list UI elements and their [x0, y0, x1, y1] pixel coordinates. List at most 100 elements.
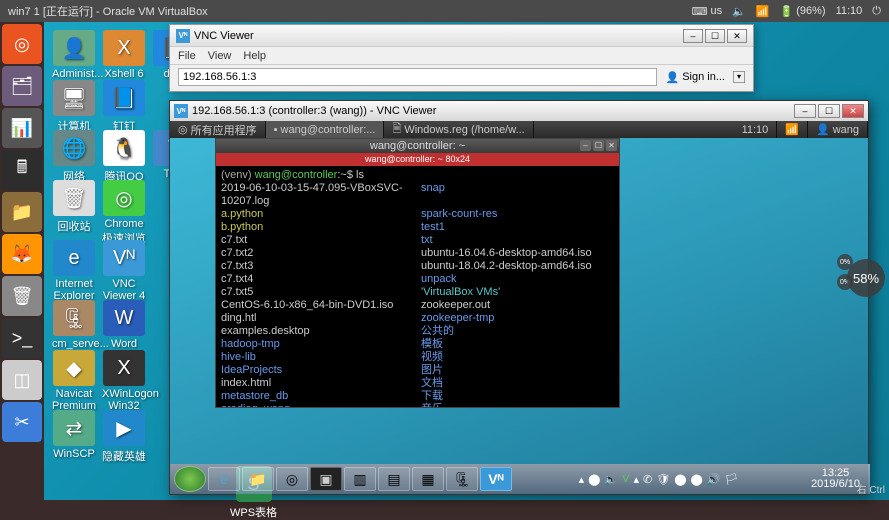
desktop-shortcut-network[interactable]: 🌐网络: [52, 130, 96, 184]
pinned-app2-icon[interactable]: ▤: [378, 467, 410, 491]
term-minimize-button[interactable]: –: [580, 140, 591, 151]
shortcut-icon: 🗑: [53, 180, 95, 216]
vnc-viewer-main-window[interactable]: Vᴺ VNC Viewer – ☐ ✕ File View Help 👤 Sig…: [169, 24, 754, 92]
shortcut-icon: 🗜: [53, 300, 95, 336]
files-icon[interactable]: 🗂: [2, 66, 42, 106]
vnc-address-input[interactable]: [178, 68, 657, 86]
network-icon[interactable]: 🔈: [732, 5, 746, 18]
screenshot-icon[interactable]: ✂: [2, 402, 42, 442]
shortcut-icon: 🐧: [103, 130, 145, 166]
keyboard-indicator[interactable]: ⌨ us: [692, 5, 723, 18]
pinned-app3-icon[interactable]: ▦: [412, 467, 444, 491]
desktop-shortcut-cmserver[interactable]: 🗜 cm_serve...: [52, 300, 96, 350]
pinned-ie-icon[interactable]: e: [208, 467, 240, 491]
firefox-icon[interactable]: 🦊: [2, 234, 42, 274]
guest-user[interactable]: 👤 wang: [808, 121, 868, 138]
vnc-main-titlebar[interactable]: Vᴺ VNC Viewer – ☐ ✕: [170, 25, 753, 47]
vbox-icon[interactable]: ◫: [2, 360, 42, 400]
signin-dropdown[interactable]: ▾: [733, 71, 745, 83]
pinned-explorer-icon[interactable]: 📁: [242, 467, 274, 491]
desktop-shortcut-qq[interactable]: 🐧腾讯QQ: [102, 130, 146, 184]
shortcut-icon: 📘: [103, 80, 145, 116]
tray-icon[interactable]: ✆: [643, 473, 652, 486]
maximize-button[interactable]: ☐: [705, 29, 725, 43]
shortcut-icon: 👤: [53, 30, 95, 66]
safety-widget[interactable]: 0% 0% 58%: [837, 254, 885, 302]
tray-icon[interactable]: 🏳: [725, 473, 739, 486]
pinned-winrar-icon[interactable]: 🗜: [446, 467, 478, 491]
volume-icon[interactable]: 📶: [756, 5, 770, 18]
vnc-logo-icon: Vᴺ: [174, 104, 188, 118]
menu-help[interactable]: Help: [243, 50, 266, 62]
close-button[interactable]: ✕: [842, 104, 864, 118]
vnc-session-window[interactable]: Vᴺ 192.168.56.1:3 (controller:3 (wang)) …: [169, 100, 869, 495]
guest-bottom-bar: e 📁 ◎ ▣ ▥ ▤ ▦ 🗜 Vᴺ ▴ ⬤ 🔈 V ▴ ✆ 🛡 ⬤: [170, 464, 870, 494]
sign-in-button[interactable]: 👤 Sign in...: [665, 71, 725, 84]
system-tray[interactable]: ▴ ⬤ 🔈 V ▴ ✆ 🛡 ⬤ ⬤ 🔊 🏳: [579, 473, 739, 486]
start-button[interactable]: [174, 466, 206, 492]
minimize-button[interactable]: –: [683, 29, 703, 43]
maximize-button[interactable]: ☐: [818, 104, 840, 118]
tray-icon[interactable]: ⬤: [674, 473, 686, 486]
remote-desktop[interactable]: ◎ 所有应用程序 ▪ wang@controller:... 🗎 Windows…: [170, 121, 868, 494]
desktop-shortcut-recycle[interactable]: 🗑回收站: [52, 180, 96, 234]
close-button[interactable]: ✕: [727, 29, 747, 43]
guest-clock[interactable]: 11:10: [734, 121, 778, 138]
ubuntu-top-panel: win7 1 [正在运行] - Oracle VM VirtualBox ⌨ u…: [0, 0, 889, 22]
session-menu-icon[interactable]: ⏻: [872, 5, 881, 18]
terminal-icon[interactable]: >_: [2, 318, 42, 358]
shortcut-icon: Vᴺ: [103, 240, 145, 276]
desktop-shortcut-vncviewer[interactable]: VᴺVNC Viewer 4: [102, 240, 146, 302]
tray-icon[interactable]: 🔊: [707, 473, 721, 486]
shortcut-label: VNC Viewer 4: [102, 278, 146, 302]
tray-icon[interactable]: ▴: [633, 473, 639, 486]
term-maximize-button[interactable]: ☐: [593, 140, 604, 151]
desktop-shortcut-administrator[interactable]: 👤Administ...: [52, 30, 96, 80]
desktop-shortcut-dingding[interactable]: 📘钉钉: [102, 80, 146, 134]
desktop-shortcut-baofeng[interactable]: ▶隐藏英雄: [102, 410, 146, 464]
trash-icon[interactable]: 🗑: [2, 276, 42, 316]
terminal-output[interactable]: (venv) wang@controller:~$ ls2019-06-10-0…: [216, 166, 619, 407]
desktop-shortcut-xshell[interactable]: XXshell 6: [102, 30, 146, 80]
shortcut-label: cm_serve...: [52, 338, 96, 350]
clock[interactable]: 11:10: [836, 5, 863, 17]
tray-icon[interactable]: 🛡: [656, 473, 670, 486]
dash-icon[interactable]: ◎: [2, 24, 42, 64]
tray-icon[interactable]: ⬤: [691, 473, 703, 486]
vnc-main-title: VNC Viewer: [194, 30, 254, 42]
apps-menu-button[interactable]: ◎ 所有应用程序: [170, 121, 266, 138]
vnc-session-titlebar[interactable]: Vᴺ 192.168.56.1:3 (controller:3 (wang)) …: [170, 101, 868, 121]
shortcut-label: Internet Explorer: [52, 278, 96, 302]
monitor-icon[interactable]: 📊: [2, 108, 42, 148]
pinned-cmd-icon[interactable]: ▣: [310, 467, 342, 491]
wps-label: WPS表格: [230, 504, 277, 520]
calc-icon[interactable]: 🖩: [2, 150, 42, 190]
pinned-chrome-icon[interactable]: ◎: [276, 467, 308, 491]
menu-view[interactable]: View: [208, 50, 232, 62]
desktop-shortcut-winscp[interactable]: ⇄WinSCP: [52, 410, 96, 460]
pinned-vnc-icon[interactable]: Vᴺ: [480, 467, 512, 491]
tray-safety-icon[interactable]: V: [622, 473, 629, 485]
widget-main-pct: 58%: [847, 259, 885, 297]
tray-icon[interactable]: 🔈: [604, 473, 618, 486]
vnc-menu-bar: File View Help: [170, 47, 753, 65]
terminal-window[interactable]: wang@controller: ~ – ☐ ✕ wang@controller…: [215, 138, 620, 408]
tray-icon[interactable]: ⬤: [588, 473, 600, 486]
minimize-button[interactable]: –: [794, 104, 816, 118]
shortcut-icon: X: [103, 350, 145, 386]
term-close-button[interactable]: ✕: [606, 140, 617, 151]
guest-network-icon[interactable]: 📶: [777, 121, 808, 138]
desktop-shortcut-computer[interactable]: 🖥计算机: [52, 80, 96, 134]
battery-indicator[interactable]: 🔋 (96%): [780, 5, 826, 18]
terminal-titlebar[interactable]: wang@controller: ~ – ☐ ✕: [216, 139, 619, 153]
tray-icon[interactable]: ▴: [579, 473, 585, 486]
desktop-shortcut-ie[interactable]: eInternet Explorer: [52, 240, 96, 302]
terminal-info-bar: wang@controller: ~ 80x24: [216, 153, 619, 166]
task-terminal[interactable]: ▪ wang@controller:...: [266, 121, 385, 138]
pinned-app1-icon[interactable]: ▥: [344, 467, 376, 491]
vnc-session-title: 192.168.56.1:3 (controller:3 (wang)) - V…: [192, 105, 436, 117]
shortcut-icon: ⇄: [53, 410, 95, 446]
folder-icon[interactable]: 📁: [2, 192, 42, 232]
task-editor[interactable]: 🗎 Windows.reg (/home/w...: [384, 121, 533, 138]
menu-file[interactable]: File: [178, 50, 196, 62]
